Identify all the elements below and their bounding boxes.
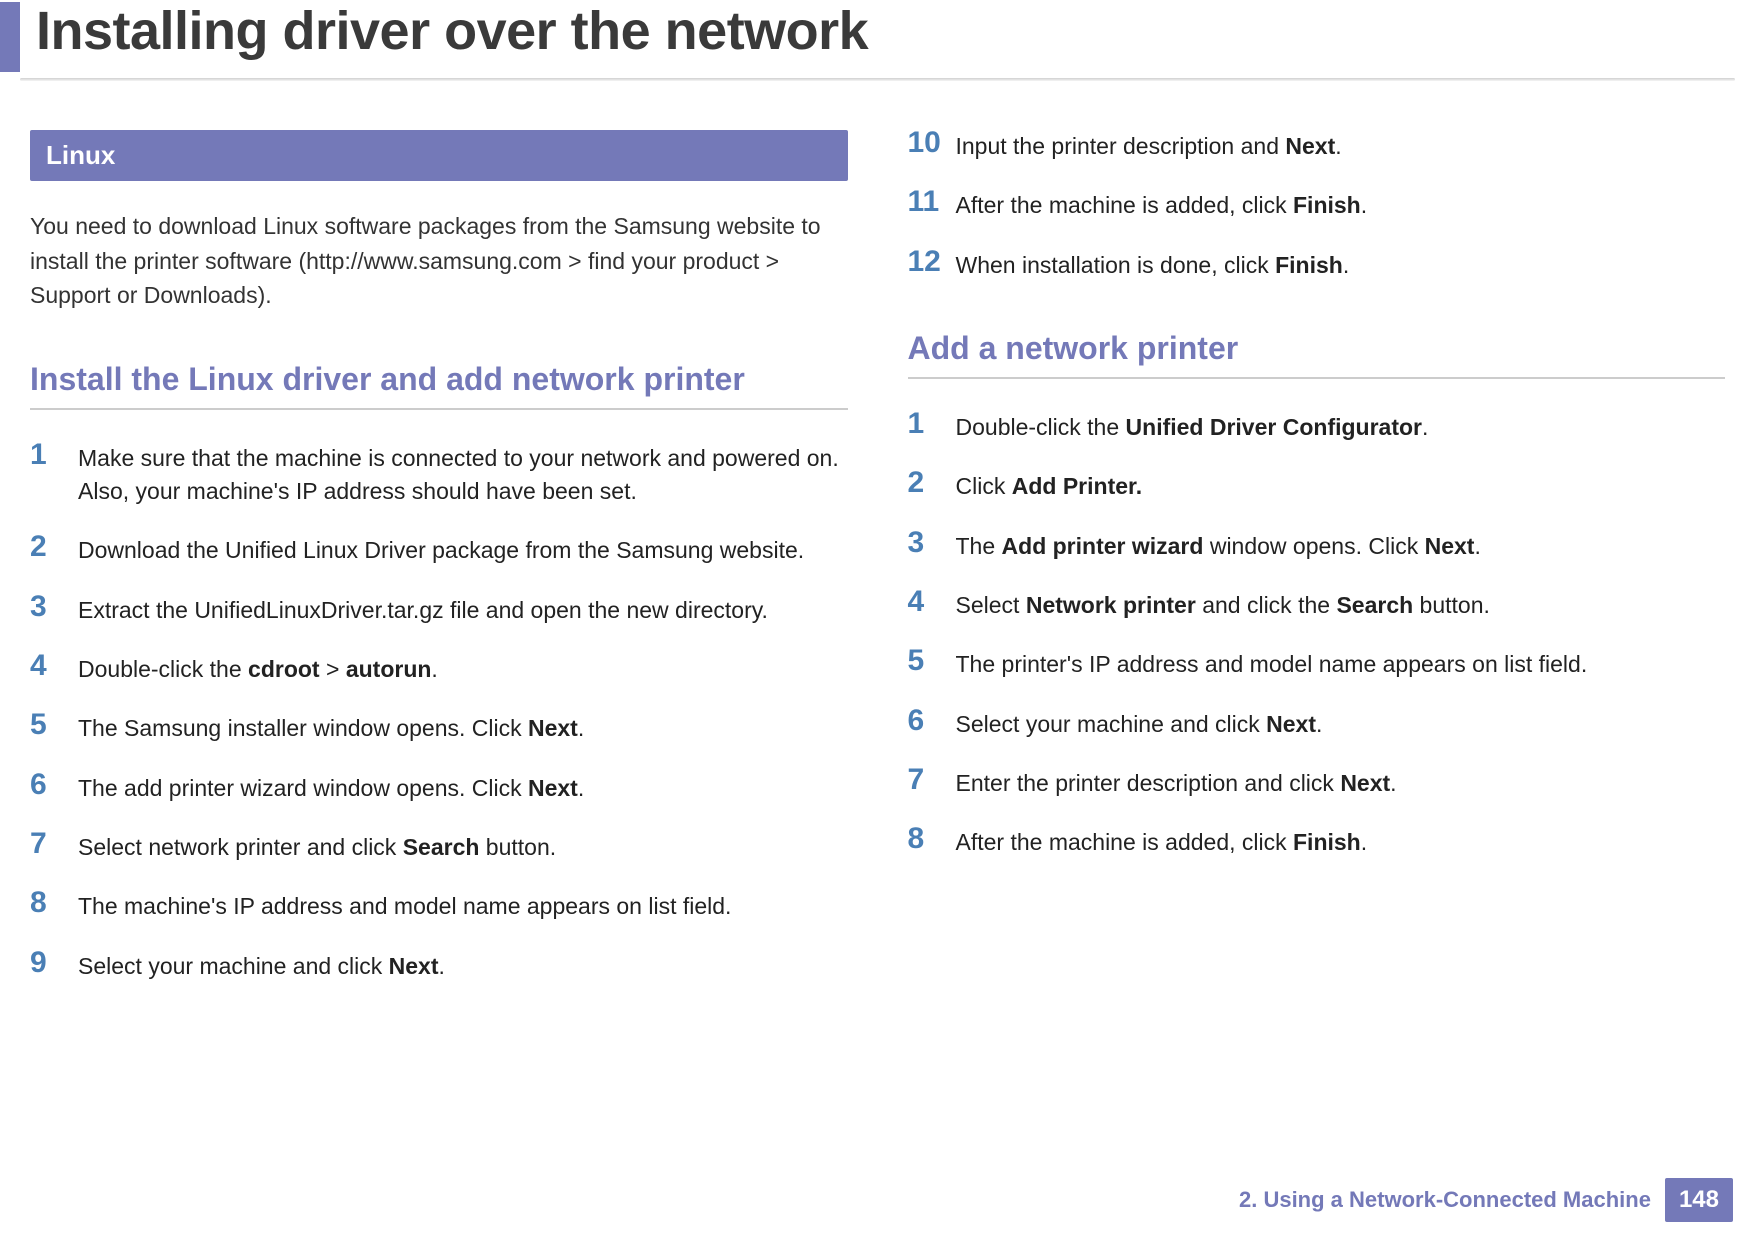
step-number: 10 (908, 128, 956, 158)
step-number: 5 (908, 646, 956, 676)
header-accent (0, 2, 20, 72)
step-number: 7 (908, 765, 956, 795)
step-number: 3 (908, 528, 956, 558)
section-band-linux: Linux (30, 130, 848, 181)
r-step-8: 8 After the machine is added, click Fini… (908, 826, 1726, 859)
r-step-7: 7 Enter the printer description and clic… (908, 767, 1726, 800)
step-number: 6 (908, 706, 956, 736)
step-number: 4 (30, 651, 78, 681)
step-number: 1 (908, 409, 956, 439)
step-text: Select your machine and click Next. (956, 708, 1726, 741)
intro-text: You need to download Linux software pack… (30, 209, 848, 313)
step-text: Double-click the cdroot > autorun. (78, 653, 848, 686)
title-underline (20, 78, 1735, 81)
step-number: 7 (30, 829, 78, 859)
r-step-1: 1 Double-click the Unified Driver Config… (908, 411, 1726, 444)
step-number: 9 (30, 948, 78, 978)
step-number: 8 (30, 888, 78, 918)
step-text: The add printer wizard window opens. Cli… (78, 772, 848, 805)
step-number: 12 (908, 247, 956, 277)
step-text: Make sure that the machine is connected … (78, 442, 848, 509)
step-text: Enter the printer description and click … (956, 767, 1726, 800)
step-text: When installation is done, click Finish. (956, 249, 1726, 282)
step-number: 3 (30, 592, 78, 622)
step-number: 2 (30, 532, 78, 562)
step-9: 9 Select your machine and click Next. (30, 950, 848, 983)
page-number: 148 (1665, 1178, 1733, 1222)
subheading-add-network-printer: Add a network printer (908, 330, 1726, 379)
step-text: Download the Unified Linux Driver packag… (78, 534, 848, 567)
step-text: Input the printer description and Next. (956, 130, 1726, 163)
left-column: Linux You need to download Linux softwar… (30, 130, 848, 1009)
step-3: 3 Extract the UnifiedLinuxDriver.tar.gz … (30, 594, 848, 627)
r-step-5: 5 The printer's IP address and model nam… (908, 648, 1726, 681)
step-number: 11 (908, 187, 956, 217)
step-10: 10 Input the printer description and Nex… (908, 130, 1726, 163)
step-7: 7 Select network printer and click Searc… (30, 831, 848, 864)
step-8: 8 The machine's IP address and model nam… (30, 890, 848, 923)
step-text: The printer's IP address and model name … (956, 648, 1726, 681)
r-step-2: 2 Click Add Printer. (908, 470, 1726, 503)
footer-chapter: 2. Using a Network-Connected Machine (1239, 1187, 1651, 1213)
r-step-3: 3 The Add printer wizard window opens. C… (908, 530, 1726, 563)
page-title: Installing driver over the network (36, 0, 868, 62)
step-text: After the machine is added, click Finish… (956, 189, 1726, 222)
step-number: 1 (30, 440, 78, 470)
step-12: 12 When installation is done, click Fini… (908, 249, 1726, 282)
r-step-4: 4 Select Network printer and click the S… (908, 589, 1726, 622)
step-6: 6 The add printer wizard window opens. C… (30, 772, 848, 805)
content-columns: Linux You need to download Linux softwar… (0, 90, 1755, 1009)
step-text: After the machine is added, click Finish… (956, 826, 1726, 859)
step-text: The Samsung installer window opens. Clic… (78, 712, 848, 745)
right-column: 10 Input the printer description and Nex… (908, 130, 1726, 1009)
step-1: 1 Make sure that the machine is connecte… (30, 442, 848, 509)
step-text: The machine's IP address and model name … (78, 890, 848, 923)
step-number: 4 (908, 587, 956, 617)
step-4: 4 Double-click the cdroot > autorun. (30, 653, 848, 686)
step-text: Select network printer and click Search … (78, 831, 848, 864)
step-text: Select Network printer and click the Sea… (956, 589, 1726, 622)
step-text: Select your machine and click Next. (78, 950, 848, 983)
step-text: Click Add Printer. (956, 470, 1726, 503)
step-text: The Add printer wizard window opens. Cli… (956, 530, 1726, 563)
page-footer: 2. Using a Network-Connected Machine 148 (1239, 1178, 1733, 1222)
step-text: Extract the UnifiedLinuxDriver.tar.gz fi… (78, 594, 848, 627)
step-2: 2 Download the Unified Linux Driver pack… (30, 534, 848, 567)
step-number: 6 (30, 770, 78, 800)
step-number: 8 (908, 824, 956, 854)
step-number: 2 (908, 468, 956, 498)
subheading-install-linux: Install the Linux driver and add network… (30, 361, 848, 410)
r-step-6: 6 Select your machine and click Next. (908, 708, 1726, 741)
step-text: Double-click the Unified Driver Configur… (956, 411, 1726, 444)
page-header: Installing driver over the network (0, 0, 1755, 90)
step-number: 5 (30, 710, 78, 740)
step-5: 5 The Samsung installer window opens. Cl… (30, 712, 848, 745)
step-11: 11 After the machine is added, click Fin… (908, 189, 1726, 222)
